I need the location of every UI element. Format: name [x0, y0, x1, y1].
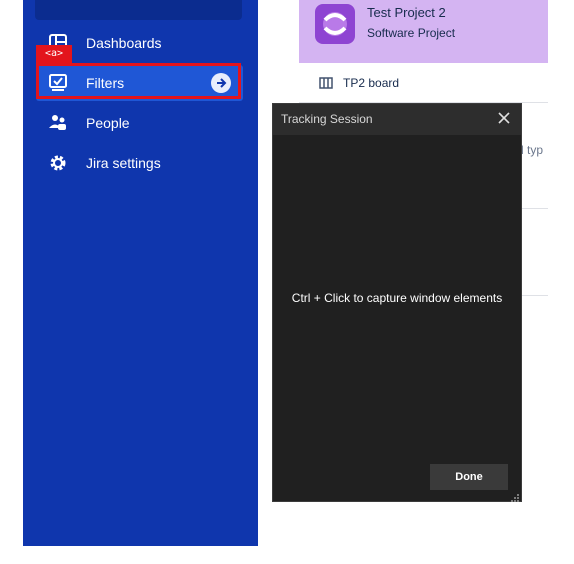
project-card[interactable]: Test Project 2 Software Project: [299, 0, 548, 63]
tracking-session-titlebar[interactable]: Tracking Session: [273, 104, 521, 135]
capture-instructions: Ctrl + Click to capture window elements: [291, 291, 503, 305]
close-icon[interactable]: [497, 111, 511, 125]
board-link[interactable]: TP2 board: [319, 76, 399, 90]
sidebar-item-label: Dashboards: [86, 35, 162, 51]
done-button[interactable]: Done: [430, 464, 508, 490]
resize-grip-icon[interactable]: [510, 490, 520, 502]
filter-icon: [46, 71, 70, 95]
sidebar: Dashboards Filters People Jira settings: [23, 0, 258, 546]
project-avatar: [315, 4, 355, 44]
partial-text: l typ: [521, 143, 544, 157]
tracking-session-title: Tracking Session: [281, 112, 373, 126]
project-type: Software Project: [367, 26, 456, 40]
sidebar-item-people[interactable]: People: [36, 105, 243, 141]
tracking-session-window: Tracking Session Ctrl + Click to capture…: [272, 103, 522, 502]
sidebar-item-filters[interactable]: Filters: [36, 65, 243, 101]
project-name: Test Project 2: [367, 5, 446, 20]
board-icon: [319, 77, 333, 89]
highlight-tag: <a>: [36, 45, 72, 63]
arrow-right-icon[interactable]: [211, 73, 231, 93]
gear-icon: [46, 151, 70, 175]
sidebar-item-jira-settings[interactable]: Jira settings: [36, 145, 243, 181]
sidebar-item-label: Jira settings: [86, 155, 161, 171]
people-icon: [46, 111, 70, 135]
board-name: TP2 board: [343, 76, 400, 90]
sidebar-top-item: [35, 0, 242, 20]
sidebar-item-label: Filters: [86, 75, 125, 91]
sidebar-item-label: People: [86, 115, 130, 131]
